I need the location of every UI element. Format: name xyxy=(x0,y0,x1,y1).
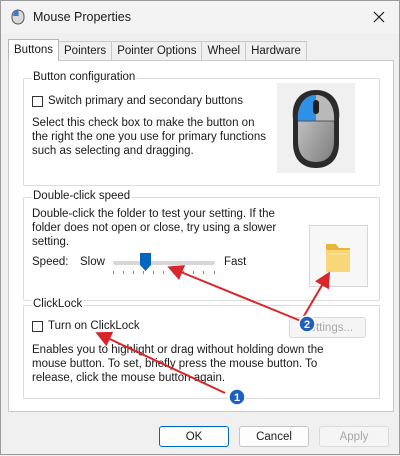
test-folder[interactable] xyxy=(309,225,368,287)
clicklock-label: Turn on ClickLock xyxy=(48,320,140,332)
tab-pointers[interactable]: Pointers xyxy=(58,41,113,61)
slow-label: Slow xyxy=(80,256,105,268)
buttons-tab-panel: Button configuration Switch primary and … xyxy=(8,60,394,412)
clicklock-description: Enables you to highlight or drag without… xyxy=(32,344,324,384)
slider-tick xyxy=(113,271,114,274)
button-configuration-legend: Button configuration xyxy=(31,71,138,83)
tab-strip: Buttons Pointers Pointer Options Wheel H… xyxy=(8,39,307,61)
apply-button[interactable]: Apply xyxy=(319,426,389,447)
slider-track xyxy=(113,261,215,265)
folder-icon xyxy=(326,244,350,272)
slider-thumb[interactable] xyxy=(140,253,151,271)
slider-tick xyxy=(203,271,204,274)
switch-buttons-label: Switch primary and secondary buttons xyxy=(48,95,243,107)
tab-hardware[interactable]: Hardware xyxy=(245,41,307,61)
slider-tick xyxy=(193,271,194,274)
slider-tick xyxy=(173,271,174,274)
switch-buttons-checkbox-box[interactable] xyxy=(32,95,43,107)
ok-button[interactable]: OK xyxy=(159,426,229,447)
close-button[interactable] xyxy=(359,1,399,33)
clicklock-checkbox[interactable]: Turn on ClickLock xyxy=(32,320,140,332)
window-title: Mouse Properties xyxy=(33,10,131,24)
tab-wheel[interactable]: Wheel xyxy=(201,41,247,61)
speed-label: Speed: xyxy=(32,256,69,268)
double-click-speed-slider[interactable] xyxy=(113,252,215,274)
slider-tick xyxy=(133,271,134,274)
clicklock-legend: ClickLock xyxy=(31,298,85,310)
slider-tick xyxy=(123,271,124,274)
mouse-illustration xyxy=(277,83,355,173)
double-click-speed-legend: Double-click speed xyxy=(31,190,133,202)
slider-tick xyxy=(214,271,215,274)
slider-tick xyxy=(143,271,144,274)
tab-pointer-options[interactable]: Pointer Options xyxy=(111,41,203,61)
close-icon xyxy=(373,11,385,23)
slider-tick xyxy=(183,271,184,274)
mouse-icon xyxy=(11,9,25,25)
mouse-properties-window: Mouse Properties Buttons Pointers Pointe… xyxy=(0,0,400,455)
tab-buttons[interactable]: Buttons xyxy=(8,39,59,61)
slider-tick xyxy=(153,271,154,274)
switch-buttons-checkbox[interactable]: Switch primary and secondary buttons xyxy=(32,95,243,107)
button-configuration-description: Select this check box to make the button… xyxy=(32,117,266,157)
slider-tick xyxy=(163,271,164,274)
fast-label: Fast xyxy=(224,256,247,268)
title-bar: Mouse Properties xyxy=(1,1,399,33)
clicklock-checkbox-box[interactable] xyxy=(32,320,43,332)
double-click-description: Double-click the folder to test your set… xyxy=(32,208,277,248)
clicklock-settings-button[interactable]: Settings... xyxy=(289,317,366,338)
cancel-button[interactable]: Cancel xyxy=(239,426,309,447)
